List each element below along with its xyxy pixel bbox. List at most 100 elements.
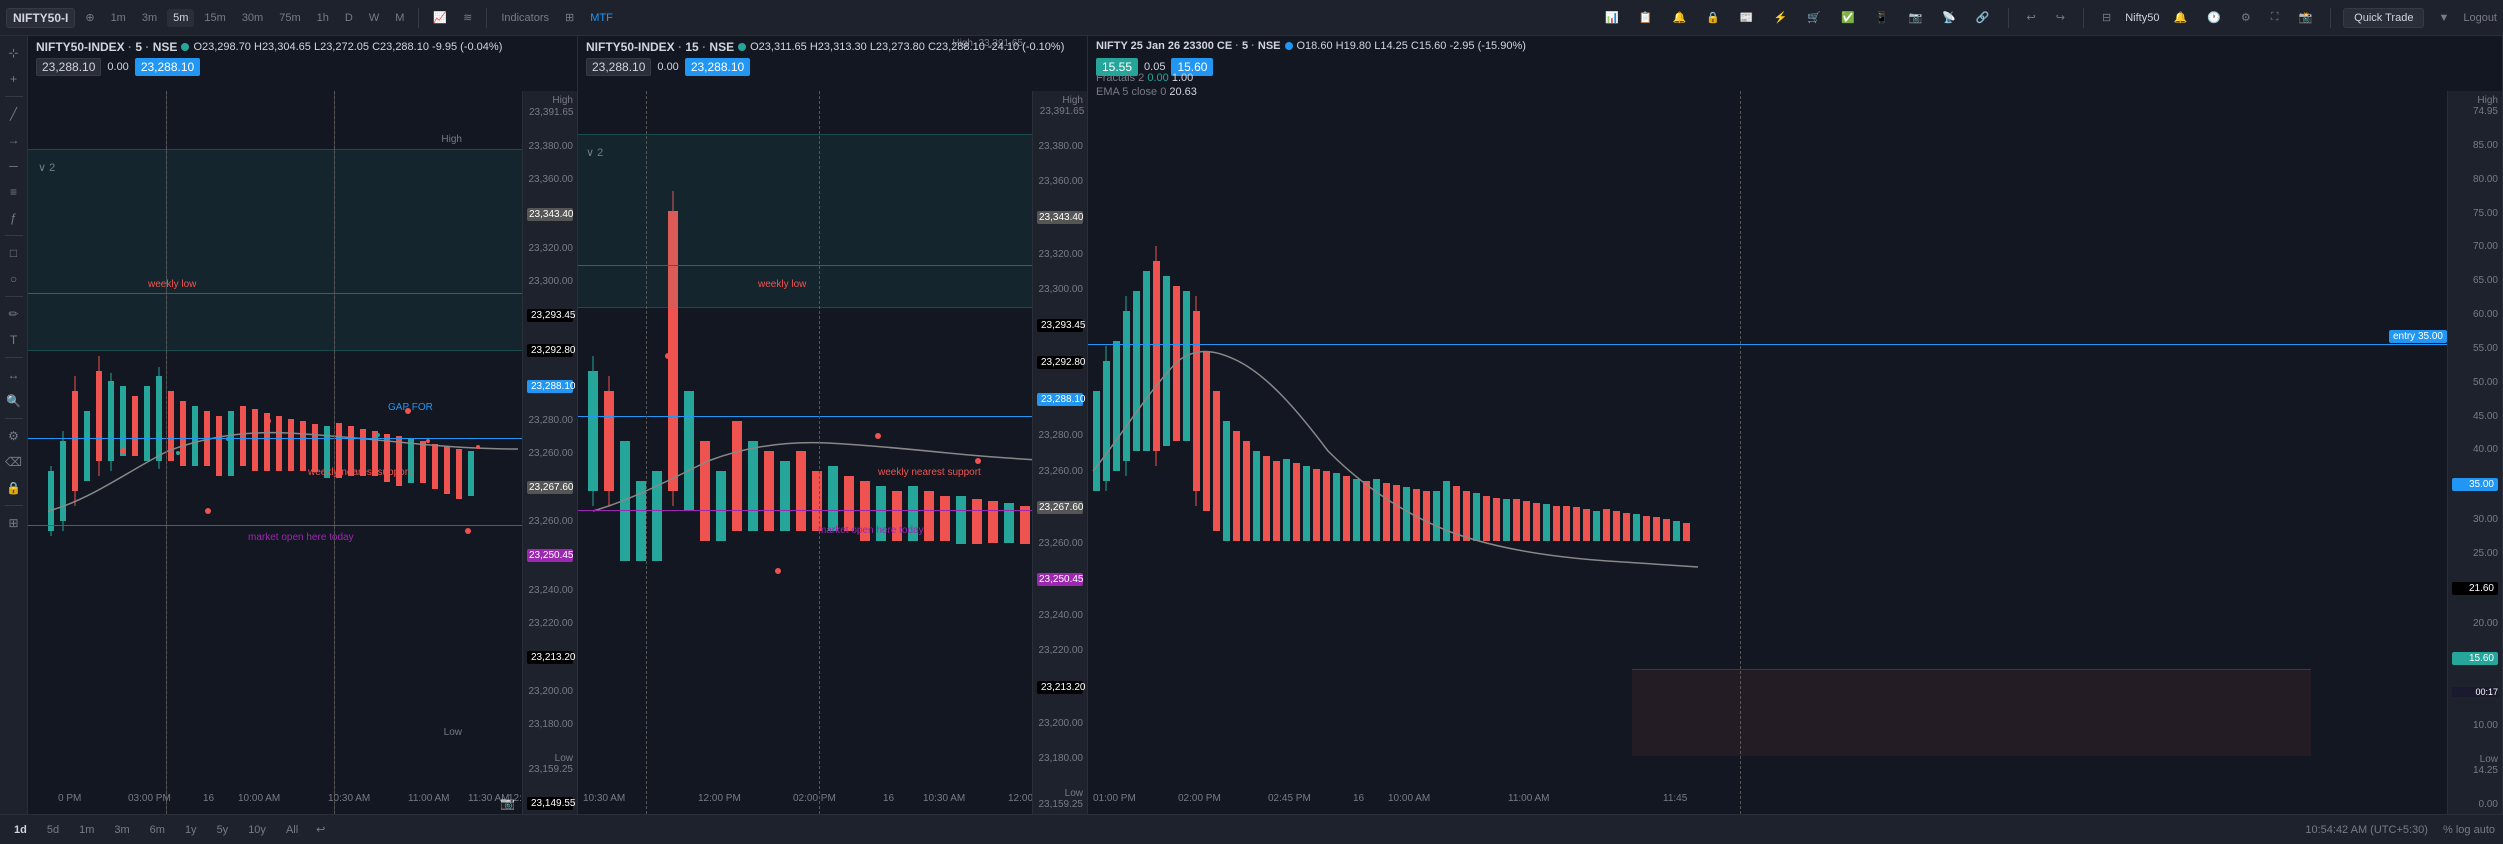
svg-text:02:00 PM: 02:00 PM xyxy=(1178,793,1221,804)
quick-trade-arrow[interactable]: ▼ xyxy=(2432,8,2455,28)
text-icon[interactable]: T xyxy=(3,329,25,351)
timeframe-15m[interactable]: 15m xyxy=(198,9,231,27)
more-tools-icon[interactable]: ⊞ xyxy=(3,512,25,534)
period-10y[interactable]: 10y xyxy=(242,822,272,838)
period-3m[interactable]: 3m xyxy=(108,822,135,838)
p1-chart-area[interactable]: ∨ 2 0 PM 03:00 PM 16 10:00 AM 10:30 AM 1… xyxy=(28,91,522,814)
screenshot-button[interactable]: 📸 xyxy=(2292,7,2318,28)
brush-icon[interactable]: ✏ xyxy=(3,303,25,325)
logout-button[interactable]: Logout xyxy=(2463,12,2497,24)
toolbar-icon-7[interactable]: 🛒 xyxy=(1801,7,1827,28)
toolbar-icon-12[interactable]: 🔗 xyxy=(1970,7,1996,28)
layout-button[interactable]: ⊟ xyxy=(2096,7,2117,28)
p3-entry-label: entry 35.00 xyxy=(2389,330,2447,343)
indicators-button[interactable]: Indicators xyxy=(495,8,555,28)
toolbar-icon-6[interactable]: ⚡ xyxy=(1768,7,1794,28)
p1-zero: 0.00 xyxy=(107,61,128,73)
p2-vline-2 xyxy=(819,91,820,814)
p1-vline-2 xyxy=(334,91,335,814)
left-sep-6 xyxy=(5,505,23,506)
p1-scale-8: 23,240.00 xyxy=(527,585,573,596)
toolbar-icon-1[interactable]: 📊 xyxy=(1599,7,1625,28)
templates-button[interactable]: ⊞ xyxy=(559,7,580,28)
timeframe-d[interactable]: D xyxy=(339,9,359,27)
settings-button[interactable]: ⚙ xyxy=(2235,7,2257,28)
timeframe-1h[interactable]: 1h xyxy=(311,9,335,27)
mtf-button[interactable]: MTF xyxy=(584,8,619,28)
period-1d[interactable]: 1d xyxy=(8,822,33,838)
toolbar-icon-9[interactable]: 📱 xyxy=(1869,7,1895,28)
p2-support-scale: 23,267.60 xyxy=(1037,501,1083,514)
toolbar-icon-3[interactable]: 🔔 xyxy=(1667,7,1693,28)
eraser-icon[interactable]: ⌫ xyxy=(3,451,25,473)
p1-weekly-support-text: weekly nearest support xyxy=(308,467,411,478)
p3-chart-area[interactable]: 01:00 PM 02:00 PM 02:45 PM 16 10:00 AM 1… xyxy=(1088,91,2447,814)
p2-level-292: 23,292.80 xyxy=(1037,356,1083,369)
period-5d[interactable]: 5d xyxy=(41,822,65,838)
timeframe-3m[interactable]: 3m xyxy=(136,9,163,27)
horizontal-line-icon[interactable]: ─ xyxy=(3,155,25,177)
timeframe-5m[interactable]: 5m xyxy=(167,9,194,27)
p1-camera-icon[interactable]: 📷 xyxy=(500,796,515,810)
toolbar-icon-5[interactable]: 📰 xyxy=(1734,7,1760,28)
timeframe-1m[interactable]: 1m xyxy=(105,9,132,27)
p3-fractals-row: Fractals 2 0.00 1.00 xyxy=(1096,72,1193,84)
ellipse-icon[interactable]: ○ xyxy=(3,268,25,290)
ray-icon[interactable]: → xyxy=(3,129,25,151)
crosshair-icon[interactable]: + xyxy=(3,68,25,90)
fullscreen-button[interactable]: ⛶ xyxy=(2265,7,2285,28)
toolbar-icon-10[interactable]: 📷 xyxy=(1902,7,1928,28)
left-sep-1 xyxy=(5,96,23,97)
period-1y[interactable]: 1y xyxy=(179,822,203,838)
p1-high-scale-val: 23,391.65 xyxy=(527,106,573,119)
quick-trade-button[interactable]: Quick Trade xyxy=(2343,8,2424,28)
p1-gap-text: GAP FOR xyxy=(388,402,433,413)
p3-ohlc: O18.60 H19.80 L14.25 C15.60 -2.95 (-15.9… xyxy=(1297,40,1526,52)
reset-zoom-icon[interactable]: ↩ xyxy=(316,823,325,836)
add-symbol-button[interactable]: ⊕ xyxy=(79,7,100,28)
clock-button[interactable]: 🕐 xyxy=(2201,7,2227,28)
trend-line-icon[interactable]: ╱ xyxy=(3,103,25,125)
p2-level-213: 23,213.20 xyxy=(1037,681,1083,694)
toolbar-icon-2[interactable]: 📋 xyxy=(1633,7,1659,28)
magnet-icon[interactable]: ⚙ xyxy=(3,425,25,447)
undo-button[interactable]: ↩ xyxy=(2021,7,2042,28)
p1-time-1: 0 PM xyxy=(58,793,81,804)
cursor-icon[interactable]: ⊹ xyxy=(3,42,25,64)
period-1m[interactable]: 1m xyxy=(73,822,100,838)
redo-button[interactable]: ↪ xyxy=(2050,7,2071,28)
toolbar-icon-11[interactable]: 📡 xyxy=(1936,7,1962,28)
parallel-channel-icon[interactable]: ≡ xyxy=(3,181,25,203)
timeframe-30m[interactable]: 30m xyxy=(236,9,269,27)
p2-chart-area[interactable]: ∨ 2 10:30 AM 12:00 PM 02:00 PM 16 10:30 … xyxy=(578,91,1032,814)
toolbar-icon-8[interactable]: ✅ xyxy=(1835,7,1861,28)
measure-icon[interactable]: ↔ xyxy=(3,364,25,386)
watchlist-button[interactable]: 🔔 xyxy=(2167,7,2193,28)
toolbar-icon-4[interactable]: 🔒 xyxy=(1700,7,1726,28)
p1-time-3: 16 xyxy=(203,793,215,804)
period-6m[interactable]: 6m xyxy=(144,822,171,838)
compare-button[interactable]: ≋ xyxy=(457,7,478,28)
zoom-icon[interactable]: 🔍 xyxy=(3,390,25,412)
p1-time-4: 10:00 AM xyxy=(238,793,280,804)
p3-last-time: 00:17 xyxy=(2452,687,2498,697)
p3-low-val: Low 14.25 xyxy=(2452,754,2498,776)
period-all[interactable]: All xyxy=(280,822,304,838)
top-toolbar: NIFTY50-I ⊕ 1m 3m 5m 15m 30m 75m 1h D W … xyxy=(0,0,2503,36)
chart-type-button[interactable]: 📈 xyxy=(427,7,453,28)
rectangle-icon[interactable]: □ xyxy=(3,242,25,264)
svg-text:10:30 AM: 10:30 AM xyxy=(923,793,965,804)
timeframe-75m[interactable]: 75m xyxy=(273,9,306,27)
period-5y[interactable]: 5y xyxy=(211,822,235,838)
timeframe-m[interactable]: M xyxy=(389,9,410,27)
p1-scale-10: 23,200.00 xyxy=(527,686,573,697)
fibonacci-icon[interactable]: ƒ xyxy=(3,207,25,229)
p3-ema-label: EMA 5 close 0 xyxy=(1096,86,1166,98)
timeframe-w[interactable]: W xyxy=(363,9,385,27)
lock-icon[interactable]: 🔒 xyxy=(3,477,25,499)
p1-support-scale: 23,267.60 xyxy=(527,481,573,494)
p3-dot xyxy=(1285,42,1293,50)
left-sep-4 xyxy=(5,357,23,358)
symbol-label[interactable]: NIFTY50-I xyxy=(6,8,75,28)
panel3-header: NIFTY 25 Jan 26 23300 CE · 5 · NSE O18.6… xyxy=(1088,36,2502,56)
